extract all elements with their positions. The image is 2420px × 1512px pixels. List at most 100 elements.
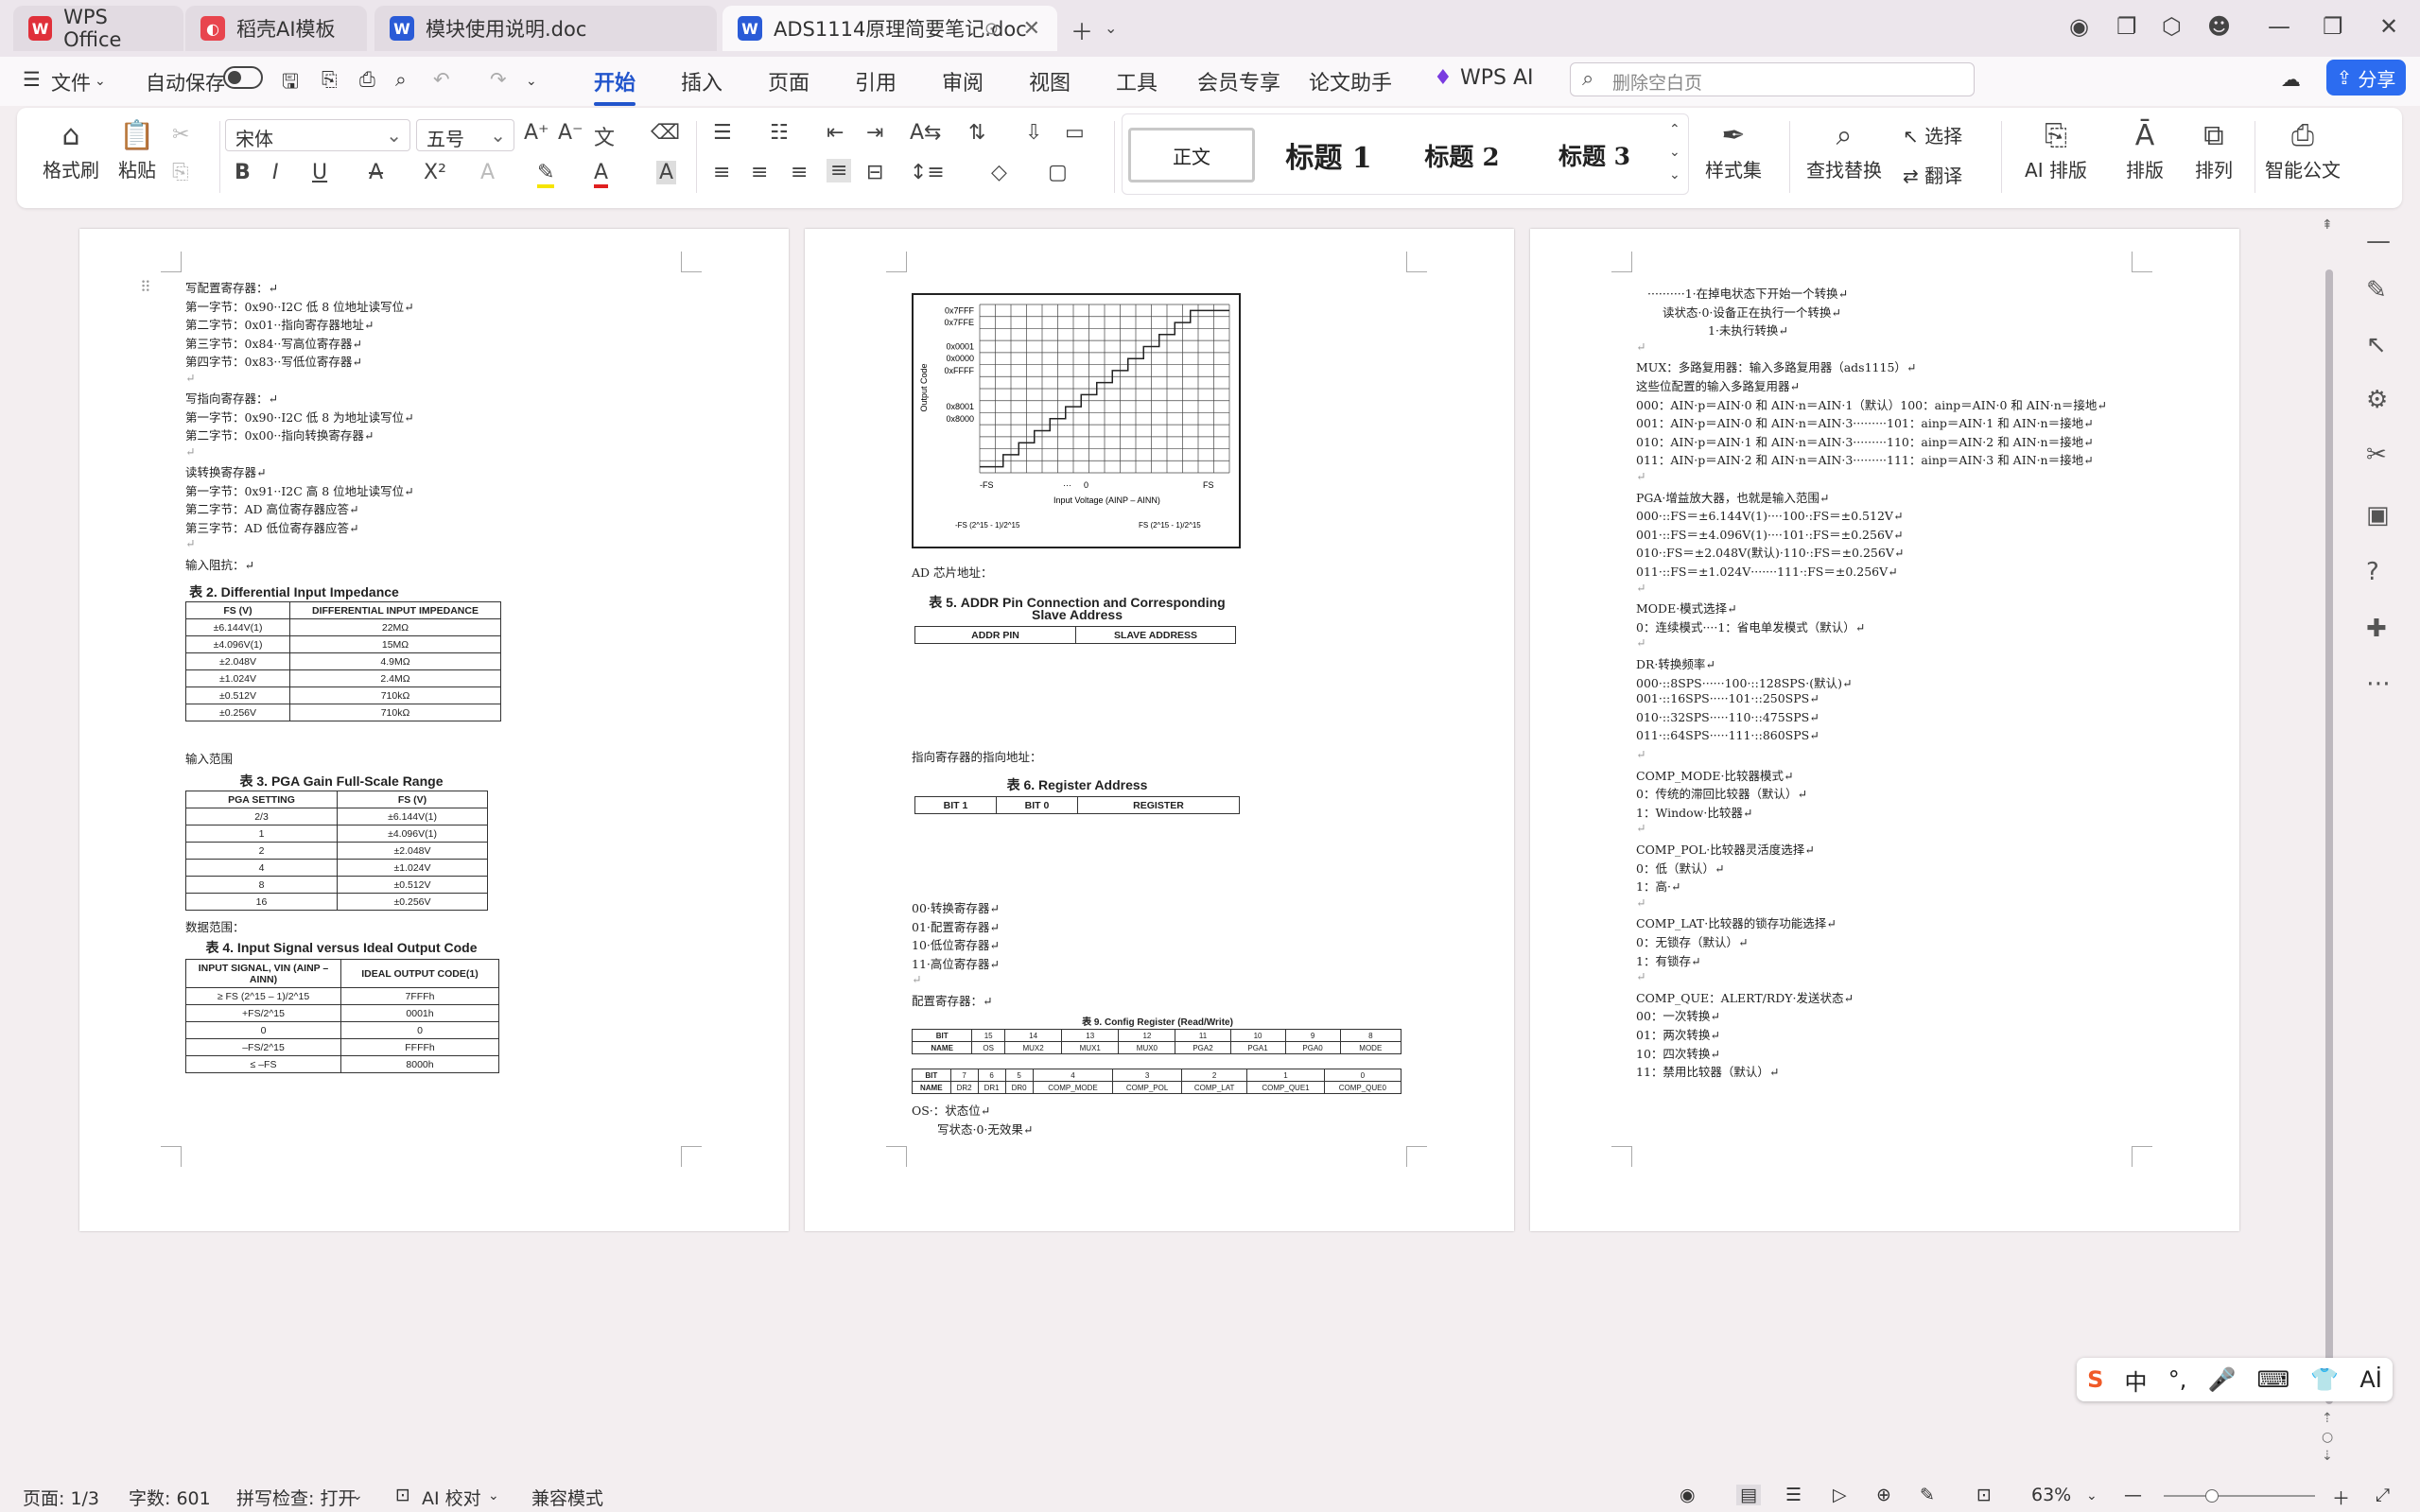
tab-insert[interactable]: 插入 (681, 66, 723, 96)
page-select-icon[interactable]: ○ (2322, 1430, 2333, 1445)
tools-icon[interactable]: ✂ (2366, 441, 2387, 469)
more-chevron-icon[interactable]: ⌄ (526, 74, 537, 89)
file-menu[interactable]: 文件 (51, 68, 91, 96)
table2[interactable]: FS (V) DIFFERENTIAL INPUT IMPEDANCE ±6.1… (185, 601, 501, 721)
scroll-down-icon[interactable]: ⌄ (1669, 145, 1680, 160)
play-icon[interactable]: ▷ (1833, 1485, 1847, 1505)
drag-handle-icon[interactable]: ⠿ (140, 278, 151, 296)
file-chevron-icon[interactable]: ⌄ (95, 74, 106, 89)
print-icon[interactable]: ⎙ (359, 68, 375, 92)
sogou-logo-icon[interactable]: S (2087, 1366, 2103, 1393)
eye-icon[interactable]: ◉ (1680, 1485, 1696, 1505)
prev-page-icon[interactable]: ⇡ (2322, 1411, 2333, 1426)
find-replace-button[interactable]: ⌕ 查找替换 (1791, 119, 1897, 182)
pen-icon[interactable]: ✎ (2366, 276, 2387, 304)
zoom-out-icon[interactable]: — (2124, 1485, 2142, 1505)
tab-member[interactable]: 会员专享 (1197, 66, 1280, 96)
tab-home[interactable]: 开始 (594, 66, 636, 106)
justify-icon[interactable]: ≡ (827, 159, 852, 182)
page-2[interactable]: 0x7FFF 0x7FFE 0x0001 0x0000 0xFFFF 0x8001 0x80… (805, 229, 1514, 1231)
border-icon[interactable]: ▢ (1048, 161, 1068, 184)
decrease-indent-icon[interactable]: ⇤ (827, 121, 844, 145)
adjust-icon[interactable]: ⚙ (2366, 386, 2388, 414)
text-direction-icon[interactable]: A⇆ (910, 121, 941, 145)
user-avatar-icon[interactable]: ☻ (2207, 13, 2231, 40)
image-edit-icon[interactable]: ▣ (2366, 501, 2390, 530)
style-heading-2[interactable]: 标题 2 (1401, 128, 1523, 182)
char-shading-icon[interactable]: A (656, 161, 677, 184)
web-view-icon[interactable]: ⊕ (1876, 1485, 1891, 1505)
shading-icon[interactable]: ◇ (991, 161, 1007, 184)
page-1[interactable]: ⠿ 写配置寄存器：↵ 第一字节：0x90··I2C 低 8 位地址读写位↵ 第二字节… (79, 229, 789, 1231)
tab-docer-template[interactable]: ◐ 稻壳AI模板 (185, 6, 367, 51)
collapse-icon[interactable]: — (2366, 227, 2391, 255)
zoom-slider[interactable] (2164, 1489, 2315, 1503)
increase-indent-icon[interactable]: ⇥ (866, 121, 883, 145)
tab-review[interactable]: 审阅 (942, 66, 984, 96)
cube-icon[interactable]: ⬡ (2162, 13, 2182, 40)
tab-page[interactable]: 页面 (768, 66, 810, 96)
asian-layout-icon[interactable]: ⇩ (1025, 121, 1042, 145)
more-icon[interactable]: ⋯ (2366, 669, 2391, 698)
page-3[interactable]: ··········1·在掉电状态下开始一个转换↵ 读状态·0·设备正在执行一个转… (1530, 229, 2239, 1231)
tab-references[interactable]: 引用 (855, 66, 897, 96)
font-size-select[interactable]: 五号 ⌄ (416, 119, 514, 151)
paste-button[interactable]: 📋 粘贴 (104, 119, 170, 182)
zoom-chevron-icon[interactable]: ⌄ (2086, 1488, 2098, 1503)
help-icon[interactable]: ? (2366, 558, 2379, 586)
pin-icon[interactable]: ⊙ (984, 19, 999, 39)
font-color-icon[interactable]: A (594, 161, 609, 188)
line-spacing-icon[interactable]: ↕≡ (910, 161, 945, 184)
pointer-icon[interactable]: ↖ (2366, 331, 2387, 359)
distributed-icon[interactable]: ⊟ (866, 161, 883, 184)
scroll-thumb[interactable] (2325, 269, 2333, 1404)
save-icon[interactable]: 🖫 (282, 68, 299, 101)
highlight-icon[interactable]: ✎ (537, 161, 555, 188)
page-view-icon[interactable]: ▤ (1736, 1485, 1761, 1505)
ime-punctuation[interactable]: °, (2168, 1366, 2187, 1393)
table3[interactable]: PGA SETTING FS (V) 2/3 ±6.144V(1) 1 ±4.096V… (185, 791, 488, 911)
autosave-toggle[interactable] (223, 66, 263, 89)
tab-list-chevron-icon[interactable]: ⌄ (1105, 19, 1117, 37)
puzzle-icon[interactable]: ✚ (2366, 615, 2387, 643)
new-tab-icon[interactable]: ＋ (1071, 13, 1093, 46)
export-icon[interactable]: ⎘ (322, 68, 338, 92)
select-button[interactable]: ↖ 选择 (1903, 121, 1997, 148)
keyboard-icon[interactable]: ⌨ (2257, 1366, 2290, 1393)
numbered-list-icon[interactable]: ☷ (770, 121, 789, 145)
italic-icon[interactable]: I (272, 161, 279, 184)
next-page-icon[interactable]: ⇣ (2322, 1449, 2333, 1464)
style-heading-1[interactable]: 标题 1 (1266, 128, 1391, 182)
layout-button[interactable]: Ā 排版 (2109, 119, 2181, 182)
annotate-icon[interactable]: ✎ (1920, 1485, 1935, 1505)
underline-icon[interactable]: U (312, 161, 327, 184)
search-input[interactable]: ⌕ 删除空白页 (1570, 62, 1975, 96)
align-left-icon[interactable]: ≡ (713, 161, 730, 184)
smart-doc-button[interactable]: ⎙ 智能公文 (2260, 119, 2345, 182)
text-effect-icon[interactable]: A (480, 161, 495, 184)
tab-wps-ai[interactable]: WPS AI (1460, 66, 1534, 90)
vertical-scrollbar[interactable]: ⇞ ⇡ ○ ⇣ (2322, 217, 2337, 1475)
ime-mode-chinese[interactable]: 中 (2125, 1364, 2148, 1397)
table6[interactable]: BIT 1 BIT 0 REGISTER (914, 796, 1240, 814)
style-set-button[interactable]: ✒ 样式集 (1691, 119, 1776, 182)
tab-ads1114-doc[interactable]: W ADS1114原理简要笔记.doc ⊙ ✕ (723, 6, 1057, 51)
zoom-slider-handle[interactable] (2205, 1489, 2219, 1503)
font-name-select[interactable]: 宋体 ⌄ (225, 119, 410, 151)
ai-layout-button[interactable]: ⎘ AI 排版 (2007, 119, 2105, 182)
print-preview-icon[interactable]: ⌕ (395, 68, 407, 92)
shrink-font-icon[interactable]: A⁻ (558, 121, 583, 145)
ai-icon[interactable]: Aİ (2359, 1366, 2382, 1393)
page-indicator[interactable]: 页面: 1/3 (23, 1485, 99, 1510)
zoom-in-icon[interactable]: ＋ (2332, 1485, 2350, 1510)
microphone-icon[interactable]: 🎤 (2207, 1366, 2236, 1393)
word-count[interactable]: 字数: 601 (129, 1485, 211, 1510)
fullscreen-icon[interactable]: ⤢ (2376, 1485, 2390, 1505)
table9-high[interactable]: BIT 15 14 13 12 11 10 9 8 NAME OS MUX2 MUX1 MUX0 PGA2… (911, 1029, 1402, 1054)
style-heading-3[interactable]: 标题 3 (1533, 128, 1656, 182)
share-button[interactable]: ⇪ 分享 (2326, 60, 2406, 96)
align-center-icon[interactable]: ≡ (751, 161, 768, 184)
expand-gallery-icon[interactable]: ⌄ (1669, 167, 1680, 182)
spell-chevron-icon[interactable]: ⌄ (352, 1488, 363, 1503)
tab-view[interactable]: 视图 (1029, 66, 1071, 96)
